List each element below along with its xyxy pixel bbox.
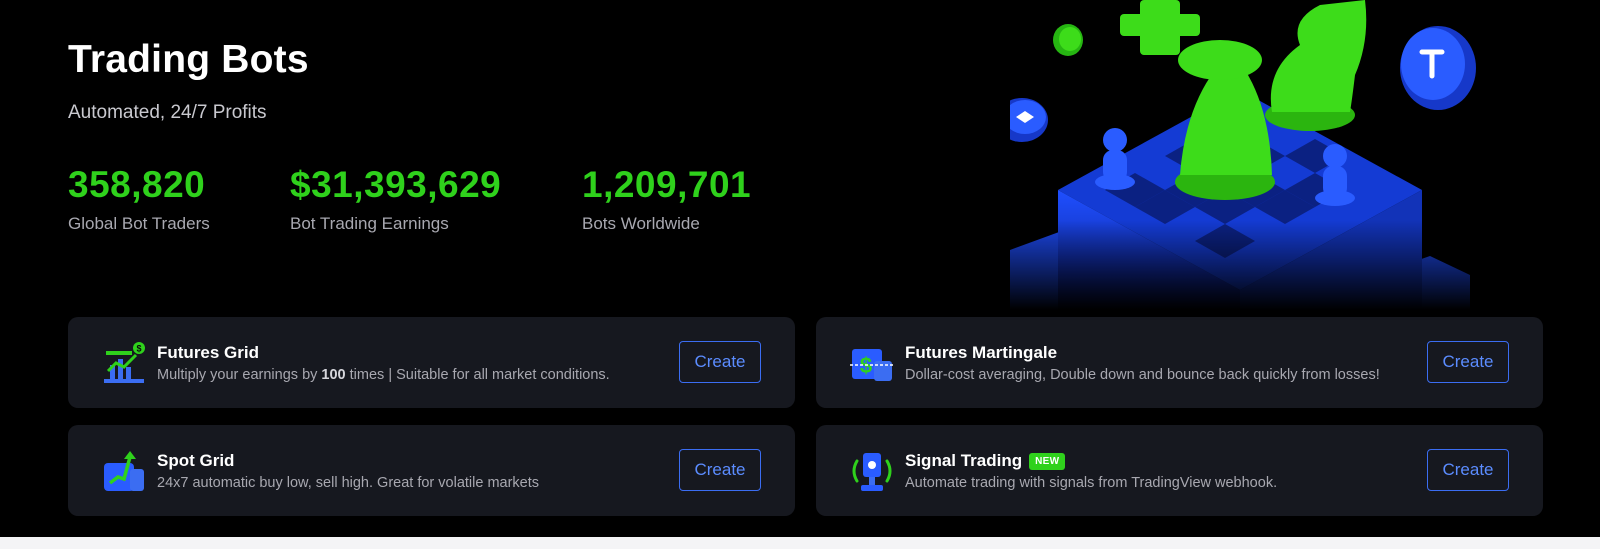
coin-green-small [1053,24,1083,56]
stat-label: Bots Worldwide [582,214,700,233]
bot-card-description: 24x7 automatic buy low, sell high. Great… [157,475,540,491]
spot-grid-icon [104,451,144,491]
bot-card-title: Signal Trading [905,451,1023,470]
bot-card-title: Spot Grid [157,451,235,470]
futures-grid-icon: $ [104,342,145,383]
bot-card-title: Futures Martingale [905,343,1058,362]
stat-label: Global Bot Traders [68,214,210,233]
bot-card-signal-trading: Signal Trading NEW Automate trading with… [816,425,1543,516]
stat-bot-trading-earnings: $31,393,629 Bot Trading Earnings [290,164,501,234]
create-futures-martingale-button[interactable]: Create [1427,341,1509,383]
bot-card-futures-grid: $ Futures Grid Multiply your earnings by… [68,317,795,408]
create-spot-grid-button[interactable]: Create [679,449,761,491]
coin-blue-left [1010,98,1048,142]
create-futures-grid-button[interactable]: Create [679,341,761,383]
stat-bots-worldwide: 1,209,701 Bots Worldwide [582,164,751,234]
stat-label: Bot Trading Earnings [290,214,449,233]
bot-card-spot-grid: Spot Grid 24x7 automatic buy low, sell h… [68,425,795,516]
bot-card-description: Dollar-cost averaging, Double down and b… [905,367,1380,383]
bot-card-title: Futures Grid [157,343,260,362]
new-badge: NEW [1029,452,1066,470]
desc-text: Multiply your earnings by [157,367,322,383]
bot-card-description: Automate trading with signals from Tradi… [905,475,1278,491]
coin-blue-right [1400,26,1476,110]
stat-value: 358,820 [68,164,206,205]
stat-global-bot-traders: 358,820 Global Bot Traders [68,164,210,234]
hero-section: Trading Bots Automated, 24/7 Profits 358… [0,0,1600,537]
stat-value: 1,209,701 [582,164,752,205]
desc-highlight: 100 [321,367,346,383]
futures-martingale-icon: $ [850,349,894,381]
signal-trading-icon [852,453,892,491]
stat-value: $31,393,629 [290,164,502,205]
chess-board-illustration [1010,0,1510,310]
page-title: Trading Bots [68,38,309,81]
bot-card-description: Multiply your earnings by 100 times | Su… [157,367,610,383]
create-signal-trading-button[interactable]: Create [1427,449,1509,491]
page-subtitle: Automated, 24/7 Profits [68,102,267,123]
desc-text: times | Suitable for all market conditio… [345,367,610,383]
bot-card-futures-martingale: $ Futures Martingale Dollar-cost averagi… [816,317,1543,408]
svg-text:$: $ [136,344,141,354]
